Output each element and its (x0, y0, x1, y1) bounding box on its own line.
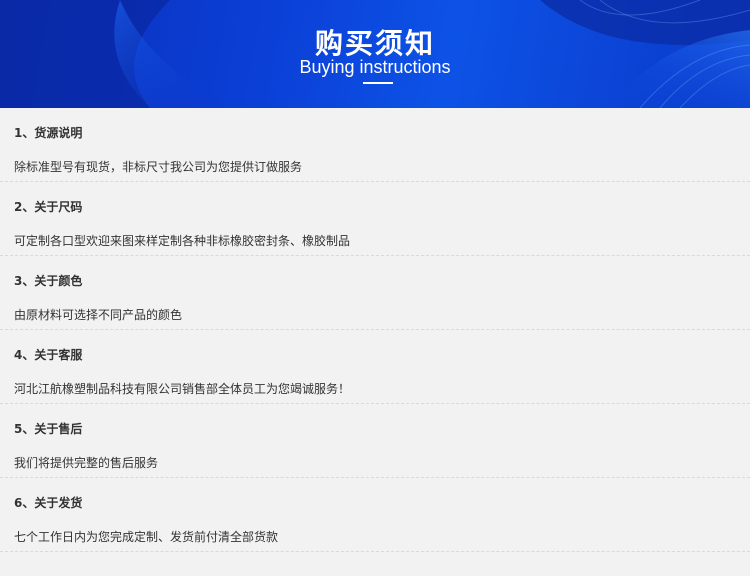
list-item: 1、货源说明 除标准型号有现货，非标尺寸我公司为您提供订做服务 (0, 108, 750, 182)
item-text: 我们将提供完整的售后服务 (14, 456, 159, 470)
item-text: 七个工作日内为您完成定制、发货前付清全部货款 (14, 530, 279, 544)
item-title: 2、关于尺码 (14, 200, 83, 214)
item-text: 除标准型号有现货，非标尺寸我公司为您提供订做服务 (14, 160, 303, 174)
list-item: 5、关于售后 我们将提供完整的售后服务 (0, 404, 750, 478)
item-title: 6、关于发货 (14, 496, 83, 510)
item-text: 河北江航橡塑制品科技有限公司销售部全体员工为您竭诚服务！ (14, 382, 351, 396)
list-item: 4、关于客服 河北江航橡塑制品科技有限公司销售部全体员工为您竭诚服务！ (0, 330, 750, 404)
page-title: 购买须知 (314, 27, 435, 60)
header-banner: 购买须知 Buying instructions (0, 0, 750, 108)
list-item: 2、关于尺码 可定制各口型欢迎来图来样定制各种非标橡胶密封条、橡胶制品 (0, 182, 750, 256)
item-title: 3、关于颜色 (14, 274, 83, 288)
item-title: 5、关于售后 (14, 422, 83, 436)
page-subtitle: Buying instructions (299, 57, 451, 77)
item-title: 4、关于客服 (14, 348, 83, 362)
item-title: 1、货源说明 (14, 126, 83, 140)
list-item: 6、关于发货 七个工作日内为您完成定制、发货前付清全部货款 (0, 478, 750, 552)
instructions-list: 1、货源说明 除标准型号有现货，非标尺寸我公司为您提供订做服务 2、关于尺码 可… (0, 108, 750, 552)
list-item: 3、关于颜色 由原材料可选择不同产品的颜色 (0, 256, 750, 330)
item-text: 可定制各口型欢迎来图来样定制各种非标橡胶密封条、橡胶制品 (14, 234, 351, 248)
item-text: 由原材料可选择不同产品的颜色 (14, 308, 183, 322)
title-underline (363, 82, 393, 84)
